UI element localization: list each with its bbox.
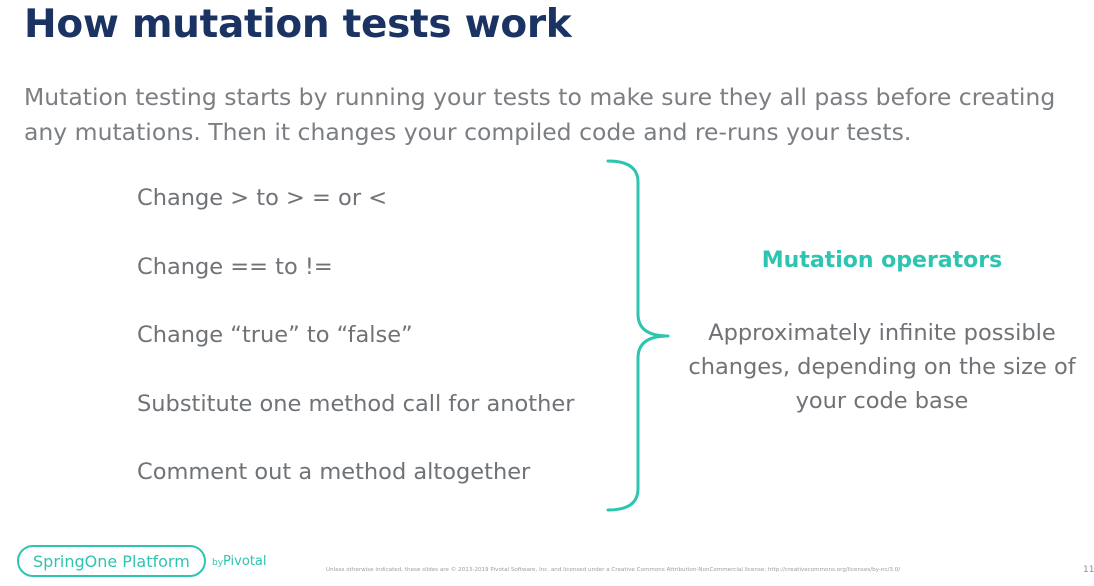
operator-item: Change > to > = or < — [137, 185, 388, 211]
description-line: your code base — [795, 388, 969, 414]
operator-item: Comment out a method altogether — [137, 459, 531, 485]
license-footnote: Unless otherwise indicated, these slides… — [326, 567, 901, 573]
by-label: by — [212, 558, 224, 568]
intro-line-2: any mutations. Then it changes your comp… — [24, 118, 912, 146]
intro-paragraph: Mutation testing starts by running your … — [24, 80, 1064, 150]
mutation-operators-description: Approximately infinite possible changes,… — [672, 316, 1092, 418]
intro-line-1: Mutation testing starts by running your … — [24, 83, 1056, 111]
slide-number: 11 — [1083, 565, 1094, 575]
operator-item: Change “true” to “false” — [137, 322, 413, 348]
slide-title: How mutation tests work — [24, 2, 572, 47]
curly-brace-icon — [606, 159, 670, 512]
operator-item: Change == to != — [137, 254, 333, 280]
pivotal-logo: Pivotal — [223, 554, 267, 569]
mutation-operators-heading: Mutation operators — [761, 248, 1003, 273]
operator-item: Substitute one method call for another — [137, 391, 575, 417]
description-line: changes, depending on the size of — [688, 354, 1076, 380]
description-line: Approximately infinite possible — [708, 320, 1056, 346]
springone-platform-logo: SpringOne Platform — [17, 545, 206, 577]
